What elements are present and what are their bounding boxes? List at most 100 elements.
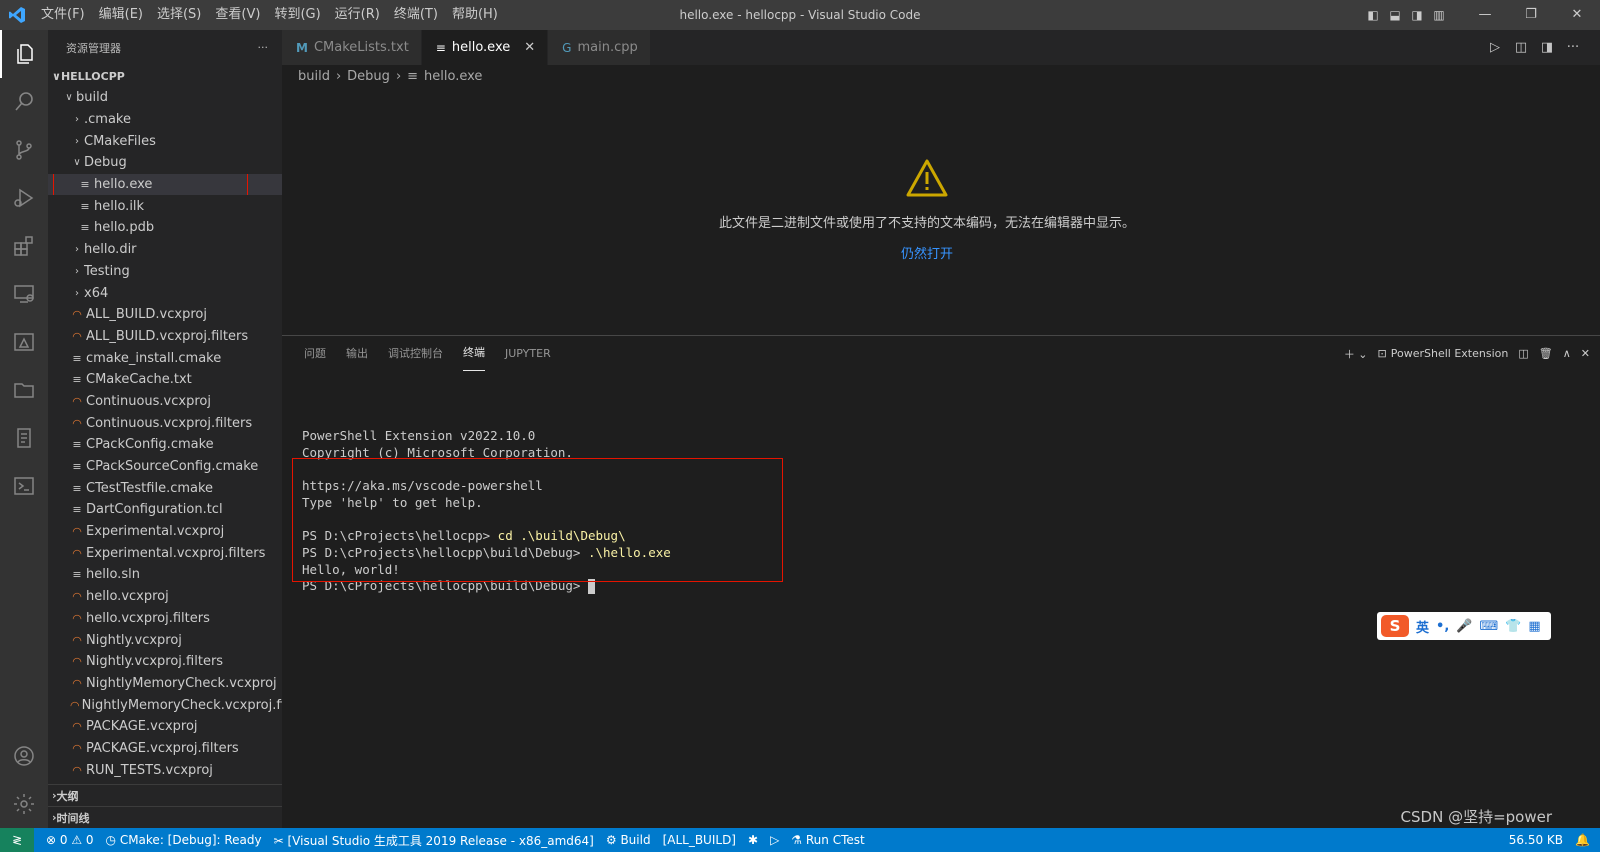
close-panel-icon[interactable]: ✕ xyxy=(1581,347,1590,360)
toggle-secondary-sidebar-icon[interactable]: ◨ xyxy=(1406,8,1428,22)
restore-icon[interactable]: ❐ xyxy=(1508,0,1554,30)
close-tab-icon[interactable]: ✕ xyxy=(524,40,535,55)
tree-item[interactable]: ◠ Experimental.vcxproj xyxy=(48,521,282,543)
tree-item[interactable]: ≡ hello.exe xyxy=(48,173,282,196)
explorer-icon[interactable] xyxy=(0,30,48,78)
microphone-icon[interactable]: 🎤 xyxy=(1456,619,1472,634)
source-control-icon[interactable] xyxy=(0,126,48,174)
outline-section[interactable]: › 大纲 xyxy=(48,784,282,806)
tree-item[interactable]: ◠ ALL_BUILD.vcxproj.filters xyxy=(48,326,282,348)
tree-item[interactable]: › Testing xyxy=(48,261,282,283)
minimize-icon[interactable]: — xyxy=(1462,0,1508,30)
folder-icon[interactable] xyxy=(0,366,48,414)
new-terminal-icon[interactable]: ＋ ⌄ xyxy=(1344,346,1368,362)
powershell-icon[interactable] xyxy=(0,462,48,510)
terminal-output[interactable]: PowerShell Extension v2022.10.0 Copyright… xyxy=(292,378,783,595)
tab-main-cpp[interactable]: G main.cpp xyxy=(548,30,651,65)
menu-selection[interactable]: 选择(S) xyxy=(150,0,208,30)
tree-item[interactable]: › .cmake xyxy=(48,109,282,131)
skin-icon[interactable]: 👕 xyxy=(1505,619,1521,634)
tree-item[interactable]: ◠ Continuous.vcxproj.filters xyxy=(48,412,282,434)
ime-language[interactable]: 英 xyxy=(1416,617,1429,636)
more-actions-icon[interactable]: ··· xyxy=(258,41,269,54)
launch-play-icon[interactable]: ▷ xyxy=(770,833,779,847)
tree-item[interactable]: ◠ hello.vcxproj xyxy=(48,586,282,608)
settings-gear-icon[interactable] xyxy=(0,780,48,828)
cmake-icon[interactable] xyxy=(0,318,48,366)
tree-item[interactable]: ◠ Nightly.vcxproj.filters xyxy=(48,651,282,673)
tree-item[interactable]: ◠ Nightly.vcxproj xyxy=(48,629,282,651)
breadcrumb-file[interactable]: hello.exe xyxy=(424,69,482,84)
more-actions-icon[interactable]: ··· xyxy=(1560,40,1586,55)
tree-item[interactable]: › CMakeFiles xyxy=(48,130,282,152)
tree-item[interactable]: ◠ NightlyMemoryCheck.vcxproj xyxy=(48,673,282,695)
open-anyway-link[interactable]: 仍然打开 xyxy=(282,243,1572,262)
keyboard-icon[interactable]: ⌨ xyxy=(1479,619,1498,634)
menu-edit[interactable]: 编辑(E) xyxy=(92,0,150,30)
menu-help[interactable]: 帮助(H) xyxy=(445,0,505,30)
split-terminal-icon[interactable]: ◫ xyxy=(1518,347,1528,360)
close-window-icon[interactable]: ✕ xyxy=(1554,0,1600,30)
grid-menu-icon[interactable]: ▦ xyxy=(1528,619,1540,634)
run-icon[interactable]: ▷ xyxy=(1482,40,1508,55)
tree-item[interactable]: ◠ Experimental.vcxproj.filters xyxy=(48,542,282,564)
notification-bell-icon[interactable]: 🔔 xyxy=(1575,833,1590,847)
tree-item[interactable]: ◠ ALL_BUILD.vcxproj xyxy=(48,304,282,326)
tree-item[interactable]: ◠ hello.vcxproj.filters xyxy=(48,608,282,630)
tree-item[interactable]: ∨ build xyxy=(48,87,282,109)
menu-go[interactable]: 转到(G) xyxy=(267,0,327,30)
run-debug-icon[interactable] xyxy=(0,174,48,222)
workspace-root[interactable]: ∨ HELLOCPP xyxy=(48,65,282,87)
tree-item[interactable]: ◠ Continuous.vcxproj xyxy=(48,391,282,413)
customize-layout-icon[interactable]: ▥ xyxy=(1428,8,1450,22)
remote-explorer-icon[interactable] xyxy=(0,270,48,318)
tree-item[interactable]: ≡ cmake_install.cmake xyxy=(48,347,282,369)
tab-terminal[interactable]: 终端 xyxy=(463,336,485,371)
toggle-sidebar-icon[interactable]: ◧ xyxy=(1362,8,1384,22)
tree-item[interactable]: ∨ Debug xyxy=(48,152,282,174)
tab-debug-console[interactable]: 调试控制台 xyxy=(388,336,443,371)
breadcrumb-debug[interactable]: Debug xyxy=(347,69,390,84)
trash-icon[interactable]: 🗑 xyxy=(1539,347,1553,360)
tree-item[interactable]: ◠ RUN_TESTS.vcxproj xyxy=(48,759,282,781)
ime-punctuation-icon[interactable]: •, xyxy=(1436,619,1449,634)
cmake-kit[interactable]: ✂ [Visual Studio 生成工具 2019 Release - x86… xyxy=(274,832,594,849)
terminal-name[interactable]: PowerShell Extension xyxy=(1391,347,1509,360)
build-button[interactable]: ⚙ Build xyxy=(606,833,651,847)
testing-icon[interactable] xyxy=(0,414,48,462)
tree-item[interactable]: ≡ CPackConfig.cmake xyxy=(48,434,282,456)
tree-item[interactable]: › x64 xyxy=(48,282,282,304)
tree-item[interactable]: › hello.dir xyxy=(48,239,282,261)
toggle-panel-icon[interactable]: ⬓ xyxy=(1384,8,1406,22)
problems-status[interactable]: ⊗ 0 ⚠ 0 xyxy=(46,833,94,847)
tab-jupyter[interactable]: JUPYTER xyxy=(505,336,551,371)
tree-item[interactable]: ≡ CTestTestfile.cmake xyxy=(48,477,282,499)
remote-indicator-icon[interactable]: ≷ xyxy=(0,828,34,852)
menu-terminal[interactable]: 终端(T) xyxy=(387,0,445,30)
tree-item[interactable]: ≡ hello.pdb xyxy=(48,217,282,239)
tree-item[interactable]: ≡ DartConfiguration.tcl xyxy=(48,499,282,521)
tab-hello-exe[interactable]: ≡ hello.exe ✕ xyxy=(421,30,549,65)
menu-view[interactable]: 查看(V) xyxy=(208,0,267,30)
tree-item[interactable]: ≡ CPackSourceConfig.cmake xyxy=(48,456,282,478)
open-preview-icon[interactable]: ◫ xyxy=(1508,40,1534,55)
tree-item[interactable]: ◠NightlyMemoryCheck.vcxproj.filt... xyxy=(48,694,282,716)
split-editor-icon[interactable]: ◨ xyxy=(1534,40,1560,55)
tree-item[interactable]: ≡ hello.sln xyxy=(48,564,282,586)
tree-item[interactable]: ◠ PACKAGE.vcxproj.filters xyxy=(48,738,282,760)
breadcrumb-build[interactable]: build xyxy=(298,69,330,84)
menu-file[interactable]: 文件(F) xyxy=(34,0,92,30)
extensions-icon[interactable] xyxy=(0,222,48,270)
account-icon[interactable] xyxy=(0,732,48,780)
tree-item[interactable]: ≡ hello.ilk xyxy=(48,195,282,217)
tree-item[interactable]: ≡ CMakeCache.txt xyxy=(48,369,282,391)
run-ctest-button[interactable]: ⚗ Run CTest xyxy=(791,833,864,847)
cmake-status[interactable]: ◷ CMake: [Debug]: Ready xyxy=(106,833,262,847)
debug-bug-icon[interactable]: ✱ xyxy=(748,833,758,847)
tab-cmakelists[interactable]: M CMakeLists.txt xyxy=(282,30,422,65)
timeline-section[interactable]: › 时间线 xyxy=(48,806,282,828)
menu-run[interactable]: 运行(R) xyxy=(328,0,387,30)
build-target[interactable]: [ALL_BUILD] xyxy=(663,833,736,847)
tab-output[interactable]: 输出 xyxy=(346,336,368,371)
tab-problems[interactable]: 问题 xyxy=(304,336,326,371)
